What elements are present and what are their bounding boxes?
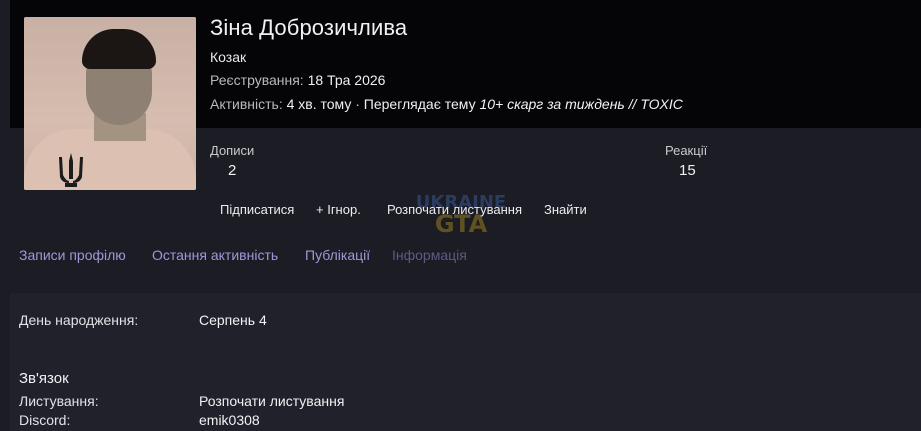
registration-line: Реєстрування: 18 Тра 2026	[210, 72, 385, 88]
trident-icon	[56, 151, 86, 190]
activity-separator: ·	[355, 96, 360, 112]
birthday-label: День народження:	[19, 312, 139, 328]
registered-date[interactable]: 18 Тра 2026	[308, 72, 386, 88]
posts-label: Дописи	[210, 143, 255, 158]
conversation-label: Листування:	[19, 393, 99, 409]
posts-count[interactable]: 2	[228, 162, 236, 179]
find-button[interactable]: Знайти	[544, 202, 587, 217]
conversation-link[interactable]: Розпочати листування	[199, 393, 344, 409]
birthday-value: Серпень 4	[199, 312, 267, 328]
user-title: Козак	[210, 49, 247, 65]
contact-heading: Зв'язок	[19, 370, 69, 387]
start-conversation-button[interactable]: Розпочати листування	[387, 202, 522, 217]
avatar[interactable]	[24, 17, 196, 190]
tab-profile-posts[interactable]: Записи профілю	[19, 247, 126, 263]
activity-thread-link[interactable]: 10+ скарг за тиждень // TOXIC	[479, 96, 682, 112]
about-panel	[10, 293, 921, 431]
tab-latest-activity[interactable]: Остання активність	[152, 247, 278, 263]
activity-time[interactable]: 4 хв. тому	[287, 96, 352, 112]
activity-action: Переглядає тему	[363, 96, 476, 112]
tab-about[interactable]: Інформація	[392, 247, 467, 263]
ignore-button[interactable]: + Ігнор.	[316, 202, 361, 217]
discord-label: Discord:	[19, 412, 71, 428]
member-profile-page: Зіна Доброзичлива Козак Реєстрування: 18…	[0, 0, 921, 431]
activity-line: Активність: 4 хв. тому · Переглядає тему…	[210, 96, 683, 112]
reactions-label: Реакції	[665, 143, 708, 158]
registered-label: Реєстрування:	[210, 72, 304, 88]
activity-label: Активність:	[210, 96, 283, 112]
tab-postings[interactable]: Публікації	[305, 247, 370, 263]
follow-button[interactable]: Підписатися	[220, 202, 294, 217]
username: Зіна Доброзичлива	[210, 15, 408, 40]
reactions-count[interactable]: 15	[679, 162, 696, 179]
discord-value: emik0308	[199, 412, 260, 428]
